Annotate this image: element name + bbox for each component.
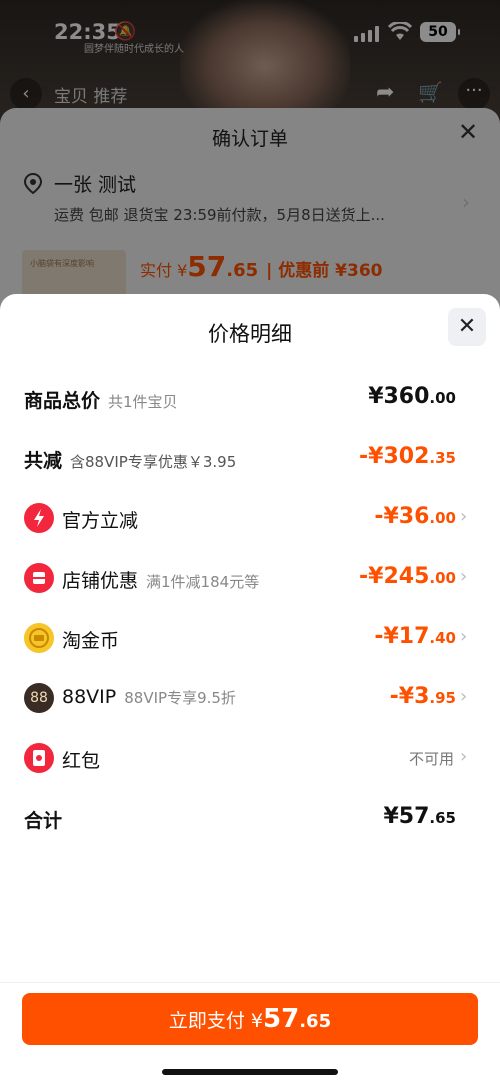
pay-button-dec: .65 [299,1011,332,1032]
price-detail-sheet: 价格明细 ✕ 商品总价 共1件宝贝 ¥360.00 共减 含88VIP专享优惠￥3.… [0,294,500,1084]
row-label: 合计 [24,810,63,832]
row-sub: 含88VIP专享优惠￥3.95 [70,453,237,471]
shop-icon [24,563,54,593]
row-label: 商品总价 共1件宝贝 [24,390,178,412]
coin-icon [24,623,54,653]
row-total: 合计 ¥57.65 [0,798,500,838]
unavailable-text: 不可用 [408,750,454,768]
row-label: 共减 含88VIP专享优惠￥3.95 [24,450,237,472]
lightning-icon [24,503,54,533]
row-red-packet[interactable]: 红包 不可用 › [0,738,500,778]
chevron-right-icon: › [460,566,468,587]
close-button[interactable]: ✕ [448,308,486,346]
row-value: -¥36.00 [374,504,456,529]
row-value: -¥302.35 [359,444,456,469]
row-taojinbi[interactable]: 淘金币 -¥17.40 › [0,618,500,658]
row-88vip[interactable]: 88 88VIP 88VIP专享9.5折 -¥3.95 › [0,678,500,718]
row-sub: 满1件减184元等 [146,573,260,591]
chevron-right-icon: › [460,746,468,767]
row-value: ¥57.65 [383,804,456,829]
row-sub: 共1件宝贝 [108,393,178,411]
row-value: -¥3.95 [389,684,456,709]
row-shop-discount[interactable]: 店铺优惠 满1件减184元等 -¥245.00 › [0,558,500,598]
home-indicator[interactable] [162,1069,338,1075]
row-label: 店铺优惠 满1件减184元等 [62,570,260,592]
chevron-right-icon: › [460,506,468,527]
chevron-right-icon: › [460,686,468,707]
price-detail-title: 价格明细 [208,322,292,346]
pay-now-button[interactable]: 立即支付 ¥57.65 [22,993,478,1045]
row-label: 官方立减 [62,510,139,532]
pay-button-int: 57 [263,1004,300,1034]
vip-88-icon: 88 [24,683,54,713]
row-label: 淘金币 [62,630,120,652]
row-label: 88VIP 88VIP专享9.5折 [62,686,236,708]
row-value: ¥360.00 [368,384,456,409]
row-value: -¥17.40 [374,624,456,649]
chevron-right-icon: › [460,626,468,647]
row-goods-total: 商品总价 共1件宝贝 ¥360.00 [0,378,500,418]
row-total-discount: 共减 含88VIP专享优惠￥3.95 -¥302.35 [0,438,500,478]
row-label: 红包 [62,750,101,772]
row-value: -¥245.00 [359,564,456,589]
pay-button-label: 立即支付 ¥ [168,1010,264,1032]
row-official-discount[interactable]: 官方立减 -¥36.00 › [0,498,500,538]
red-packet-icon [24,743,54,773]
pay-bar: 立即支付 ¥57.65 [0,982,500,1084]
row-sub: 88VIP专享9.5折 [124,689,236,707]
